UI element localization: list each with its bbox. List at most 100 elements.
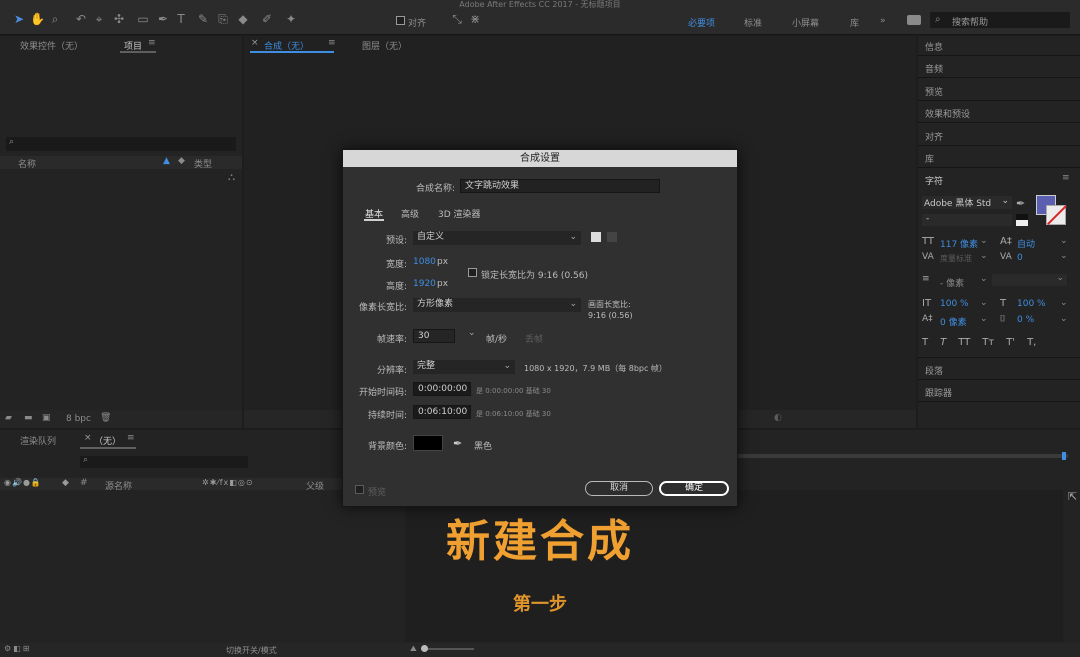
- panel-effects-presets[interactable]: 效果和预设: [925, 107, 970, 120]
- subscript-button[interactable]: T,: [1027, 337, 1036, 348]
- panel-audio[interactable]: 音频: [925, 62, 943, 75]
- drop-frame-select[interactable]: 丢帧: [525, 332, 543, 345]
- exposure-icon[interactable]: ◐: [774, 413, 782, 423]
- clone-stamp-tool-icon[interactable]: ⎘: [216, 12, 230, 26]
- panel-paragraph[interactable]: 段落: [925, 364, 943, 377]
- close-icon[interactable]: ×: [84, 433, 92, 443]
- frame-rate-input[interactable]: 30: [413, 329, 455, 343]
- font-style-select[interactable]: -: [922, 214, 1012, 226]
- cancel-button[interactable]: 取消: [585, 481, 653, 496]
- eraser-tool-icon[interactable]: ◆: [236, 12, 250, 26]
- faux-italic-button[interactable]: T: [940, 337, 946, 348]
- brush-tool-icon[interactable]: ✎: [196, 12, 210, 26]
- comp-name-input[interactable]: 文字跳动效果: [460, 179, 660, 193]
- small-caps-button[interactable]: Tт: [982, 337, 994, 348]
- stroke-style-select[interactable]: ⌄: [992, 273, 1067, 286]
- preview-checkbox[interactable]: [355, 485, 364, 494]
- zoom-slider-handle[interactable]: [421, 645, 428, 652]
- roto-brush-tool-icon[interactable]: ✐: [260, 12, 274, 26]
- puppet-tool-icon[interactable]: ✦: [284, 12, 298, 26]
- white-swatch[interactable]: [1016, 220, 1028, 226]
- snap-grid-icon[interactable]: ⋇: [468, 12, 482, 26]
- rotate-tool-icon[interactable]: ↶: [74, 12, 88, 26]
- panel-align[interactable]: 对齐: [925, 130, 943, 143]
- snap-icon[interactable]: ⤡: [450, 12, 464, 26]
- tracking-value[interactable]: 0: [1017, 253, 1023, 263]
- layer-switch-icons[interactable]: ✲✱⁄fx◧◎⊙: [202, 478, 254, 487]
- footer-toggle-icons[interactable]: ⚙◧⊞: [4, 644, 31, 653]
- tsume-value[interactable]: 0 %: [1017, 315, 1034, 325]
- chevron-down-icon[interactable]: ⌄: [1060, 298, 1068, 308]
- tab-advanced[interactable]: 高级: [401, 207, 419, 220]
- workspace-more-icon[interactable]: »: [880, 16, 886, 26]
- stroke-color-swatch[interactable]: [1046, 205, 1067, 225]
- panel-menu-icon[interactable]: ≡: [127, 433, 135, 443]
- panel-menu-icon[interactable]: ≡: [328, 38, 336, 48]
- workspace-essentials[interactable]: 必要项: [688, 16, 715, 29]
- chevron-down-icon[interactable]: ⌄: [980, 314, 988, 324]
- close-icon[interactable]: ×: [251, 38, 259, 48]
- tab-layer[interactable]: 图层（无）: [362, 39, 407, 52]
- font-size-value[interactable]: 117 像素: [940, 237, 978, 250]
- column-type[interactable]: 类型: [194, 157, 212, 170]
- panel-info[interactable]: 信息: [925, 40, 943, 53]
- panel-character[interactable]: 字符: [925, 174, 943, 187]
- flowchart-icon[interactable]: ⛬: [228, 172, 235, 183]
- new-folder-icon[interactable]: ▬: [24, 413, 33, 423]
- workspace-library[interactable]: 库: [850, 16, 859, 29]
- delete-preset-icon[interactable]: [607, 232, 617, 242]
- trash-icon[interactable]: 🗑: [100, 413, 111, 423]
- work-area-end-marker[interactable]: [1062, 452, 1066, 460]
- vertical-scale-value[interactable]: 100 %: [940, 299, 969, 309]
- chevron-down-icon[interactable]: ⌄: [980, 251, 988, 261]
- label-tag-icon[interactable]: ◆: [178, 156, 185, 166]
- sort-icon[interactable]: ▲: [163, 156, 170, 166]
- tab-effect-controls[interactable]: 效果控件（无）: [20, 39, 83, 52]
- align-checkbox[interactable]: [396, 16, 405, 25]
- eyedropper-icon[interactable]: ✒: [1016, 197, 1025, 210]
- new-comp-icon[interactable]: ▣: [42, 413, 51, 423]
- switches-modes-toggle[interactable]: 切换开关/模式: [226, 645, 277, 656]
- background-color-swatch[interactable]: [413, 435, 443, 451]
- timeline-nav-icon[interactable]: ⇱: [1068, 490, 1077, 503]
- eyedropper-icon[interactable]: ✒: [453, 437, 462, 450]
- rectangle-tool-icon[interactable]: ▭: [136, 12, 150, 26]
- av-switch-icons[interactable]: ◉🔊●🔒: [4, 478, 42, 487]
- sync-settings-icon[interactable]: [907, 15, 921, 25]
- tab-timeline-none[interactable]: （无）: [94, 434, 121, 447]
- tab-3d-renderer[interactable]: 3D 渲染器: [438, 207, 481, 220]
- faux-bold-button[interactable]: T: [922, 337, 928, 348]
- panel-menu-icon[interactable]: ≡: [148, 38, 156, 48]
- height-value[interactable]: 1920: [413, 279, 436, 289]
- chevron-down-icon[interactable]: ⌄: [1060, 251, 1068, 261]
- font-family-select[interactable]: Adobe 黑体 Std ⌄: [922, 196, 1012, 209]
- duration-input[interactable]: 0:06:10:00: [413, 405, 471, 419]
- column-source-name[interactable]: 源名称: [105, 479, 132, 492]
- horizontal-scale-value[interactable]: 100 %: [1017, 299, 1046, 309]
- leading-value[interactable]: 自动: [1017, 237, 1035, 250]
- resolution-select[interactable]: 完整 ⌄: [413, 360, 515, 374]
- timeline-search-input[interactable]: ⌕: [80, 455, 248, 468]
- zoom-slider[interactable]: [424, 648, 474, 650]
- ok-button[interactable]: 确定: [659, 481, 729, 496]
- all-caps-button[interactable]: TT: [958, 337, 970, 348]
- type-tool-icon[interactable]: T: [174, 12, 188, 26]
- lock-aspect-checkbox[interactable]: [468, 268, 477, 277]
- chevron-down-icon[interactable]: ⌄: [980, 298, 988, 308]
- pan-behind-tool-icon[interactable]: ✣: [112, 12, 126, 26]
- hand-tool-icon[interactable]: ✋: [30, 12, 45, 26]
- panel-preview[interactable]: 预览: [925, 85, 943, 98]
- panel-menu-icon[interactable]: ≡: [1062, 173, 1070, 183]
- bpc-label[interactable]: 8 bpc: [66, 414, 91, 424]
- kerning-value[interactable]: 度量标准: [940, 253, 972, 264]
- chevron-down-icon[interactable]: ⌄: [980, 274, 988, 284]
- interpret-footage-icon[interactable]: ▰: [5, 413, 12, 423]
- camera-tool-icon[interactable]: ⌖: [92, 12, 106, 26]
- pen-tool-icon[interactable]: ✒: [156, 12, 170, 26]
- superscript-button[interactable]: T': [1006, 337, 1015, 348]
- time-ruler[interactable]: [738, 454, 1068, 458]
- zoom-tool-icon[interactable]: ⌕: [48, 12, 62, 26]
- panel-tracker[interactable]: 跟踪器: [925, 386, 952, 399]
- chevron-down-icon[interactable]: ⌄: [1060, 314, 1068, 324]
- stroke-width-value[interactable]: - 像素: [940, 276, 964, 289]
